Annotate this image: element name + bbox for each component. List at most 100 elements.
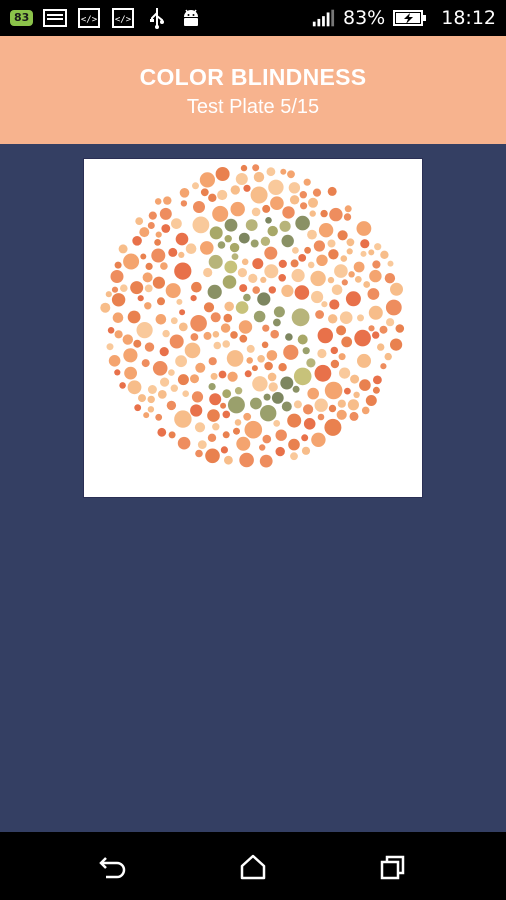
plate-dot (124, 366, 137, 380)
plate-dot (367, 288, 380, 300)
plate-dot (377, 343, 385, 351)
plate-dot (290, 259, 299, 268)
plate-dot (208, 357, 217, 366)
plate-dot (217, 241, 226, 249)
plate-dot (368, 249, 375, 256)
plate-dot (290, 452, 298, 461)
plate-dot (252, 286, 260, 294)
plate-dot (349, 411, 359, 421)
plate-dot (273, 318, 281, 327)
plate-dot (112, 312, 124, 323)
plate-dot (334, 264, 348, 278)
plate-dot (240, 164, 248, 172)
plate-dot (223, 313, 233, 323)
plate-dot (100, 302, 111, 313)
plate-dot (245, 219, 258, 231)
plate-dot (142, 272, 153, 283)
plate-dot (359, 379, 371, 391)
home-button[interactable] (236, 850, 270, 884)
plate-dot (132, 236, 142, 246)
plate-dot (148, 211, 157, 220)
plate-dot (275, 429, 287, 441)
plate-dot (280, 376, 294, 390)
plate-dot (282, 206, 295, 219)
plate-dot (143, 412, 150, 419)
plate-dot (353, 391, 360, 398)
plate-dot (138, 394, 146, 403)
plate-dot (307, 387, 319, 400)
plate-dot (194, 422, 206, 433)
plate-dot (147, 222, 155, 229)
plate-dot (338, 353, 346, 361)
plate-dot (314, 364, 332, 382)
plate-dot (224, 235, 232, 243)
plate-dot (278, 259, 287, 268)
plate-dot (136, 322, 153, 339)
plate-dot (268, 382, 278, 392)
plate-dot (346, 238, 355, 247)
plate-dot (208, 254, 223, 269)
plate-dot (169, 334, 184, 349)
plate-dot (177, 436, 191, 450)
plate-dot (390, 282, 403, 296)
plate-dot (222, 340, 230, 348)
plate-dot (235, 173, 248, 185)
plate-dot (270, 329, 279, 339)
plate-dot (218, 370, 227, 379)
plate-dot (170, 317, 178, 325)
plate-dot (210, 312, 221, 323)
plate-dot (250, 397, 262, 410)
plate-dot (279, 220, 291, 232)
plate-dot (162, 329, 170, 338)
plate-dot (133, 339, 142, 348)
plate-dot (226, 350, 244, 367)
plate-dot (155, 413, 163, 421)
plate-dot (147, 406, 155, 413)
plate-dot (192, 182, 199, 190)
plate-dot (368, 305, 383, 320)
plate-dot (163, 196, 172, 205)
plate-dot (208, 193, 217, 202)
plate-dot (193, 201, 205, 213)
plate-dot (297, 334, 308, 345)
plate-dot (220, 446, 228, 454)
plate-dot (243, 293, 251, 302)
plate-dot (384, 273, 396, 284)
plate-dot (341, 279, 348, 286)
plate-dot (267, 372, 277, 382)
plate-dot (195, 362, 206, 373)
recents-button[interactable] (376, 850, 410, 884)
plate-dot (114, 261, 122, 269)
plate-dot (317, 413, 325, 421)
plate-dot (373, 375, 382, 385)
plate-dot (251, 207, 261, 217)
plate-dot (155, 314, 167, 325)
home-icon (240, 854, 266, 880)
plate-dot (265, 217, 272, 224)
plate-dot (354, 276, 362, 283)
battery-charging-icon (393, 8, 427, 28)
plate-dot (289, 195, 300, 205)
plate-dot (175, 355, 187, 368)
plate-dot (302, 347, 310, 355)
plate-dot (114, 330, 123, 339)
plate-dot (209, 226, 223, 240)
plate-dot (207, 284, 222, 299)
plate-dot (260, 276, 267, 283)
back-button[interactable] (96, 850, 130, 884)
ishihara-plate (100, 164, 405, 468)
plate-dot (155, 231, 162, 238)
plate-dot (171, 218, 182, 229)
plate-dot (315, 310, 324, 319)
plate-dot (230, 201, 245, 217)
plate-dot (248, 273, 258, 283)
plate-dot (209, 393, 222, 406)
plate-dot (168, 247, 178, 257)
plate-dot (267, 225, 278, 237)
android-icon (179, 8, 203, 28)
plate-dot (217, 189, 228, 201)
plate-dot (328, 249, 339, 260)
plate-dot (369, 269, 382, 283)
plate-dot (278, 274, 286, 282)
plate-dot (253, 310, 266, 323)
